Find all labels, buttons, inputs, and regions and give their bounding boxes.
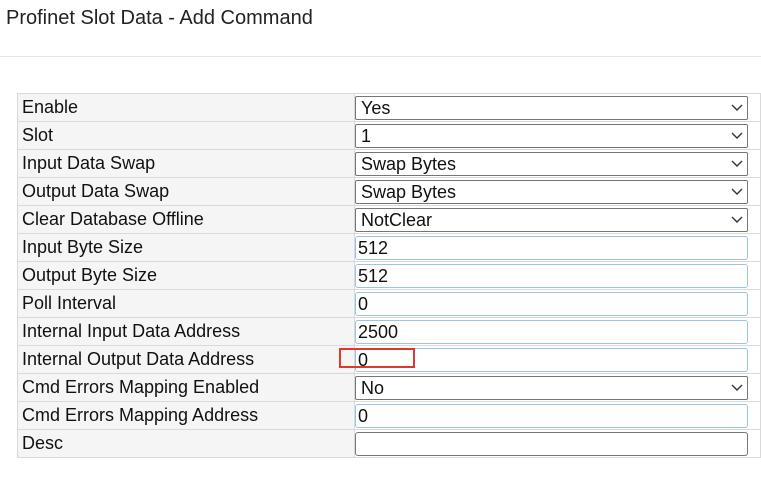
desc-input[interactable] [355,431,748,456]
cmd-errors-mapping-enabled-select-value: No [361,377,385,398]
label-internal-input-data-address: Internal Input Data Address [17,317,355,346]
row-desc: Desc [17,429,761,458]
slot-select-value: 1 [361,125,372,146]
row-clear-database-offline: Clear Database Offline NotClear [17,205,761,234]
label-input-byte-size: Input Byte Size [17,233,355,262]
label-input-data-swap: Input Data Swap [17,149,355,178]
slot-select[interactable]: 1 [355,123,748,148]
row-poll-interval: Poll Interval 0 [17,289,761,318]
row-cmd-errors-mapping-enabled: Cmd Errors Mapping Enabled No [17,373,761,402]
output-byte-size-input[interactable]: 512 [355,263,748,288]
chevron-down-icon [731,188,743,195]
row-enable: Enable Yes [17,93,761,122]
label-slot: Slot [17,121,355,150]
title-divider [0,56,761,57]
cmd-errors-mapping-address-input[interactable]: 0 [355,403,748,428]
row-slot: Slot 1 [17,121,761,150]
chevron-down-icon [731,216,743,223]
internal-output-data-address-input[interactable]: 0 [355,347,748,372]
page-title: Profinet Slot Data - Add Command [6,7,313,29]
enable-select-value: Yes [361,97,391,118]
cmd-errors-mapping-enabled-select[interactable]: No [355,375,748,400]
row-output-byte-size: Output Byte Size 512 [17,261,761,290]
chevron-down-icon [731,132,743,139]
row-internal-input-data-address: Internal Input Data Address 2500 [17,317,761,346]
label-enable: Enable [17,93,355,122]
clear-database-offline-select-value: NotClear [361,209,433,230]
input-data-swap-select[interactable]: Swap Bytes [355,151,748,176]
label-cmd-errors-mapping-address: Cmd Errors Mapping Address [17,401,355,430]
label-poll-interval: Poll Interval [17,289,355,318]
label-desc: Desc [17,429,355,458]
chevron-down-icon [731,384,743,391]
output-data-swap-select-value: Swap Bytes [361,181,457,202]
chevron-down-icon [731,160,743,167]
clear-database-offline-select[interactable]: NotClear [355,207,748,232]
poll-interval-input[interactable]: 0 [355,291,748,316]
output-data-swap-select[interactable]: Swap Bytes [355,179,748,204]
label-output-byte-size: Output Byte Size [17,261,355,290]
row-input-byte-size: Input Byte Size 512 [17,233,761,262]
input-data-swap-select-value: Swap Bytes [361,153,457,174]
row-cmd-errors-mapping-address: Cmd Errors Mapping Address 0 [17,401,761,430]
row-internal-output-data-address: Internal Output Data Address 0 [17,345,761,374]
input-byte-size-input[interactable]: 512 [355,235,748,260]
enable-select[interactable]: Yes [355,95,748,120]
chevron-down-icon [731,104,743,111]
row-input-data-swap: Input Data Swap Swap Bytes [17,149,761,178]
label-cmd-errors-mapping-enabled: Cmd Errors Mapping Enabled [17,373,355,402]
internal-input-data-address-input[interactable]: 2500 [355,319,748,344]
row-output-data-swap: Output Data Swap Swap Bytes [17,177,761,206]
slot-data-form: Enable Yes Slot 1 Input Data Swap Swap B… [17,93,761,458]
label-clear-database-offline: Clear Database Offline [17,205,355,234]
label-output-data-swap: Output Data Swap [17,177,355,206]
label-internal-output-data-address: Internal Output Data Address [17,345,355,374]
